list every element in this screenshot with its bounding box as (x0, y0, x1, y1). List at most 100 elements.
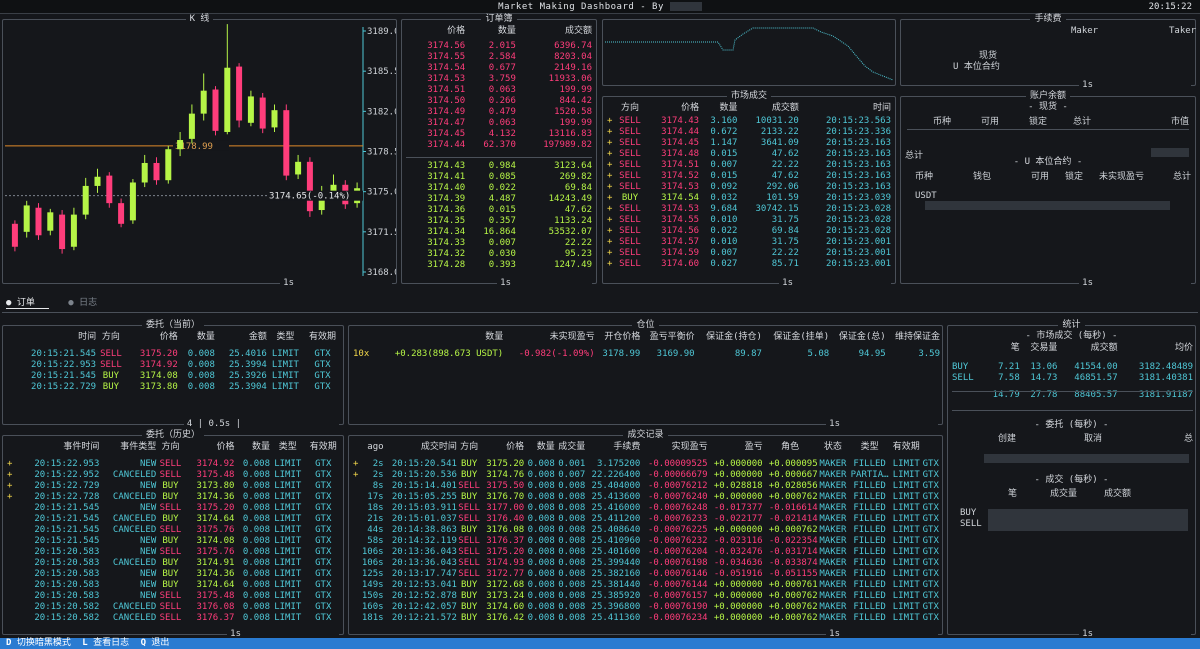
position-header-cell: 数量 (485, 332, 504, 342)
stats-market-row: BUY 7.21 13.06 41554.00 3182.48489 (952, 362, 1193, 373)
fill-volume: 0.008 (558, 503, 586, 513)
event-qty: 0.008 (242, 569, 270, 579)
fill-pnl: -0.016614 (768, 503, 818, 513)
fill-amount: 25.396800 (591, 602, 641, 612)
order-history-header-cell: 数量 (251, 442, 270, 452)
position-header-cell: 保证金(挂单) (773, 332, 830, 342)
new-marker (7, 503, 14, 514)
ask-qty: 0.063 (488, 85, 516, 95)
fill-side: SELL (458, 569, 480, 579)
fill-type: LIMIT (892, 591, 920, 601)
fills-header-cell: ago (367, 442, 384, 452)
event-price: 3174.36 (196, 492, 235, 502)
bid-amount: 22.22 (564, 238, 592, 248)
header-side: 方向 (621, 103, 640, 113)
fill-tif: GTX (922, 481, 939, 491)
bid-qty: 0.357 (488, 216, 516, 226)
trade-price: 3174.43 (661, 116, 700, 126)
fill-status: PARTIA… (850, 470, 889, 480)
shortcut-dark-mode[interactable]: D 切换暗黑模式 (6, 638, 71, 648)
fill-side: BUY (461, 459, 478, 469)
fill-fee: -0.00076190 (647, 602, 708, 612)
order-side: BUY (102, 382, 120, 392)
event-time: 20:15:20.583 (34, 569, 100, 579)
event-time: 20:15:20.582 (34, 602, 100, 612)
ask-qty: 0.266 (488, 96, 516, 106)
order-history-row: +20:15:22.953 NEW SELL 3174.92 0.008 LIMIT GTX (7, 459, 341, 470)
event-time: 20:15:20.583 (34, 591, 100, 601)
fill-row: 44s 20:14:38.863 BUY 3176.08 0.008 0.008 25.40… (353, 525, 940, 536)
open-orders-header-cell: 时间 (78, 332, 97, 342)
fill-realized-pnl: -0.032476 (713, 547, 763, 557)
trade-amount: 85.71 (771, 259, 799, 269)
kline-candle (283, 110, 290, 176)
fill-status: FILLED (853, 547, 886, 557)
kline-axis-label: 3185.5 (367, 67, 396, 77)
fill-realized-pnl: +0.000000 (713, 470, 763, 480)
order-history-row: +20:15:22.728 CANCELED BUY 3174.36 0.008 LIMI… (7, 492, 341, 503)
event-tif: GTX (315, 470, 332, 480)
fill-realized-pnl: -0.034636 (713, 558, 763, 568)
spacer (952, 354, 1193, 362)
order-tif: GTX (314, 360, 331, 370)
market-trades-panel: 市场成交 方向 价格 数量 成交额 时间 + SELL 3174.43 3.160 10031.2… (602, 91, 896, 288)
ask-amount: 2149.16 (554, 63, 592, 73)
fill-status: FILLED (853, 481, 886, 491)
trade-side: SELL (619, 171, 641, 181)
bid-amount: 14243.49 (548, 194, 592, 204)
fill-type: LIMIT (892, 536, 920, 546)
bid-price: 3174.32 (427, 249, 466, 259)
position-table: 数量 未实现盈亏 开仓价格 盈亏平衡价 保证金(持仓) 保证金(挂单) 保证金(总) 维持保证… (353, 332, 940, 360)
fills-header-cell: 方向 (460, 442, 479, 452)
order-history-table: 事件时间 事件类型 方向 价格 数量 类型 有效期 +20:15:22.953 NEW SELL 3… (7, 442, 341, 624)
event-time: 20:15:22.953 (34, 459, 100, 469)
event-side: BUY (162, 514, 179, 524)
fill-status: FILLED (853, 459, 886, 469)
fill-pnl: +0.000762 (768, 591, 818, 601)
fill-amount: 25.385920 (591, 591, 641, 601)
fill-side: BUY (461, 591, 478, 601)
shortcut-quit[interactable]: Q 退出 (141, 638, 170, 648)
fill-tif: GTX (922, 591, 939, 601)
trade-qty: 1.147 (710, 138, 738, 148)
trade-side: SELL (619, 237, 641, 247)
event-order-type: LIMIT (274, 503, 302, 513)
fills-header-cell: 成交时间 (420, 442, 457, 452)
shortcut-view-log[interactable]: L 查看日志 (82, 638, 129, 648)
event-price: 3174.36 (196, 569, 235, 579)
fill-qty: 0.008 (527, 613, 555, 623)
order-history-row: 20:15:20.582 CANCELED SELL 3176.08 0.008 LIMI… (7, 602, 341, 613)
stats-side: SELL (952, 373, 974, 383)
event-side: SELL (159, 547, 182, 557)
stats-fills-buy: BUY (960, 508, 977, 518)
event-price: 3175.76 (196, 525, 235, 535)
fill-volume: 0.008 (558, 547, 586, 557)
new-marker (7, 558, 14, 569)
kline-candle (35, 207, 42, 236)
trade-qty: 0.672 (710, 127, 738, 137)
tab-logs[interactable]: ● 日志 (68, 298, 111, 308)
fill-time: 20:12:52.878 (391, 591, 457, 601)
fill-type: LIMIT (892, 459, 920, 469)
fill-side: SELL (458, 547, 480, 557)
ask-amount: 8203.04 (554, 52, 592, 62)
trade-qty: 3.160 (710, 116, 738, 126)
fill-role: MAKER (819, 514, 847, 524)
ask-amount: 11933.06 (548, 74, 592, 84)
fill-realized-pnl: +0.000000 (713, 613, 763, 623)
event-side: BUY (162, 580, 179, 590)
bid-amount: 3123.64 (554, 161, 592, 171)
fill-time: 20:14:38.863 (391, 525, 457, 535)
trade-amount: 47.62 (771, 171, 799, 181)
fill-ago: 106s (361, 547, 384, 557)
order-time: 20:15:21.545 (31, 349, 97, 359)
order-history-header-cell: 方向 (161, 442, 180, 452)
position-value: 94.95 (858, 349, 886, 359)
order-side: SELL (100, 360, 122, 370)
fill-status: FILLED (853, 492, 886, 502)
new-marker: + (353, 470, 359, 480)
event-tif: GTX (315, 602, 332, 612)
event-qty: 0.008 (242, 547, 270, 557)
tab-orders[interactable]: ● 订单 (6, 298, 49, 309)
event-order-type: LIMIT (274, 558, 302, 568)
